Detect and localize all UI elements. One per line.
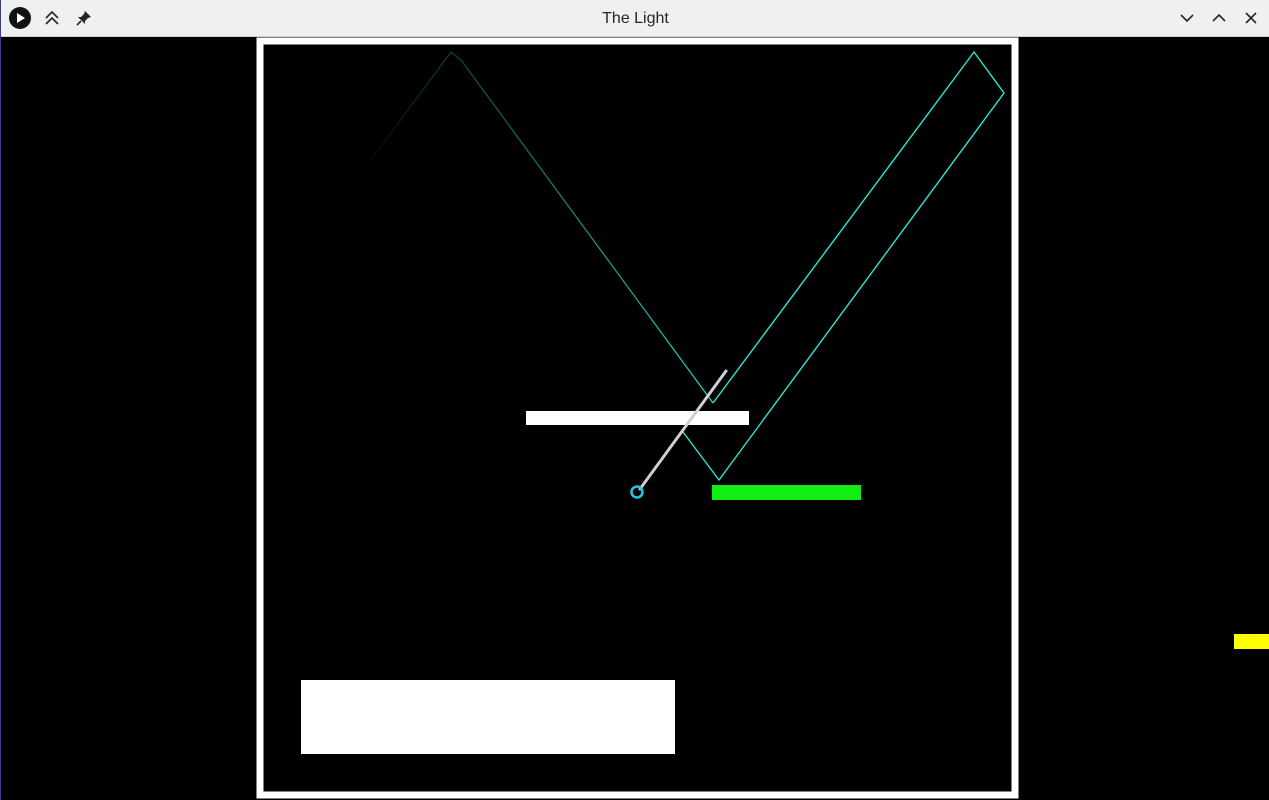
game-canvas[interactable] (1, 37, 1269, 800)
green-target (712, 485, 861, 500)
keep-above-icon (45, 10, 59, 25)
keep-above-button[interactable] (39, 5, 65, 31)
window-title: The Light (602, 10, 669, 27)
chevron-down-icon (1180, 14, 1194, 23)
title-bar-right-controls (1174, 5, 1264, 31)
title-bar-left-controls (7, 5, 97, 31)
white-block-middle (526, 411, 749, 425)
pin-button[interactable] (71, 5, 97, 31)
play-circle-icon (9, 7, 31, 29)
app-menu-button[interactable] (7, 5, 33, 31)
app-window: The Light (0, 0, 1269, 800)
pin-icon (76, 11, 91, 26)
white-block-bottom (301, 680, 675, 754)
close-icon (1245, 12, 1257, 24)
minimize-button[interactable] (1174, 5, 1200, 31)
title-bar[interactable]: The Light (1, 0, 1269, 37)
close-button[interactable] (1238, 5, 1264, 31)
maximize-button[interactable] (1206, 5, 1232, 31)
yellow-goal (1234, 634, 1269, 649)
chevron-up-icon (1212, 13, 1226, 22)
